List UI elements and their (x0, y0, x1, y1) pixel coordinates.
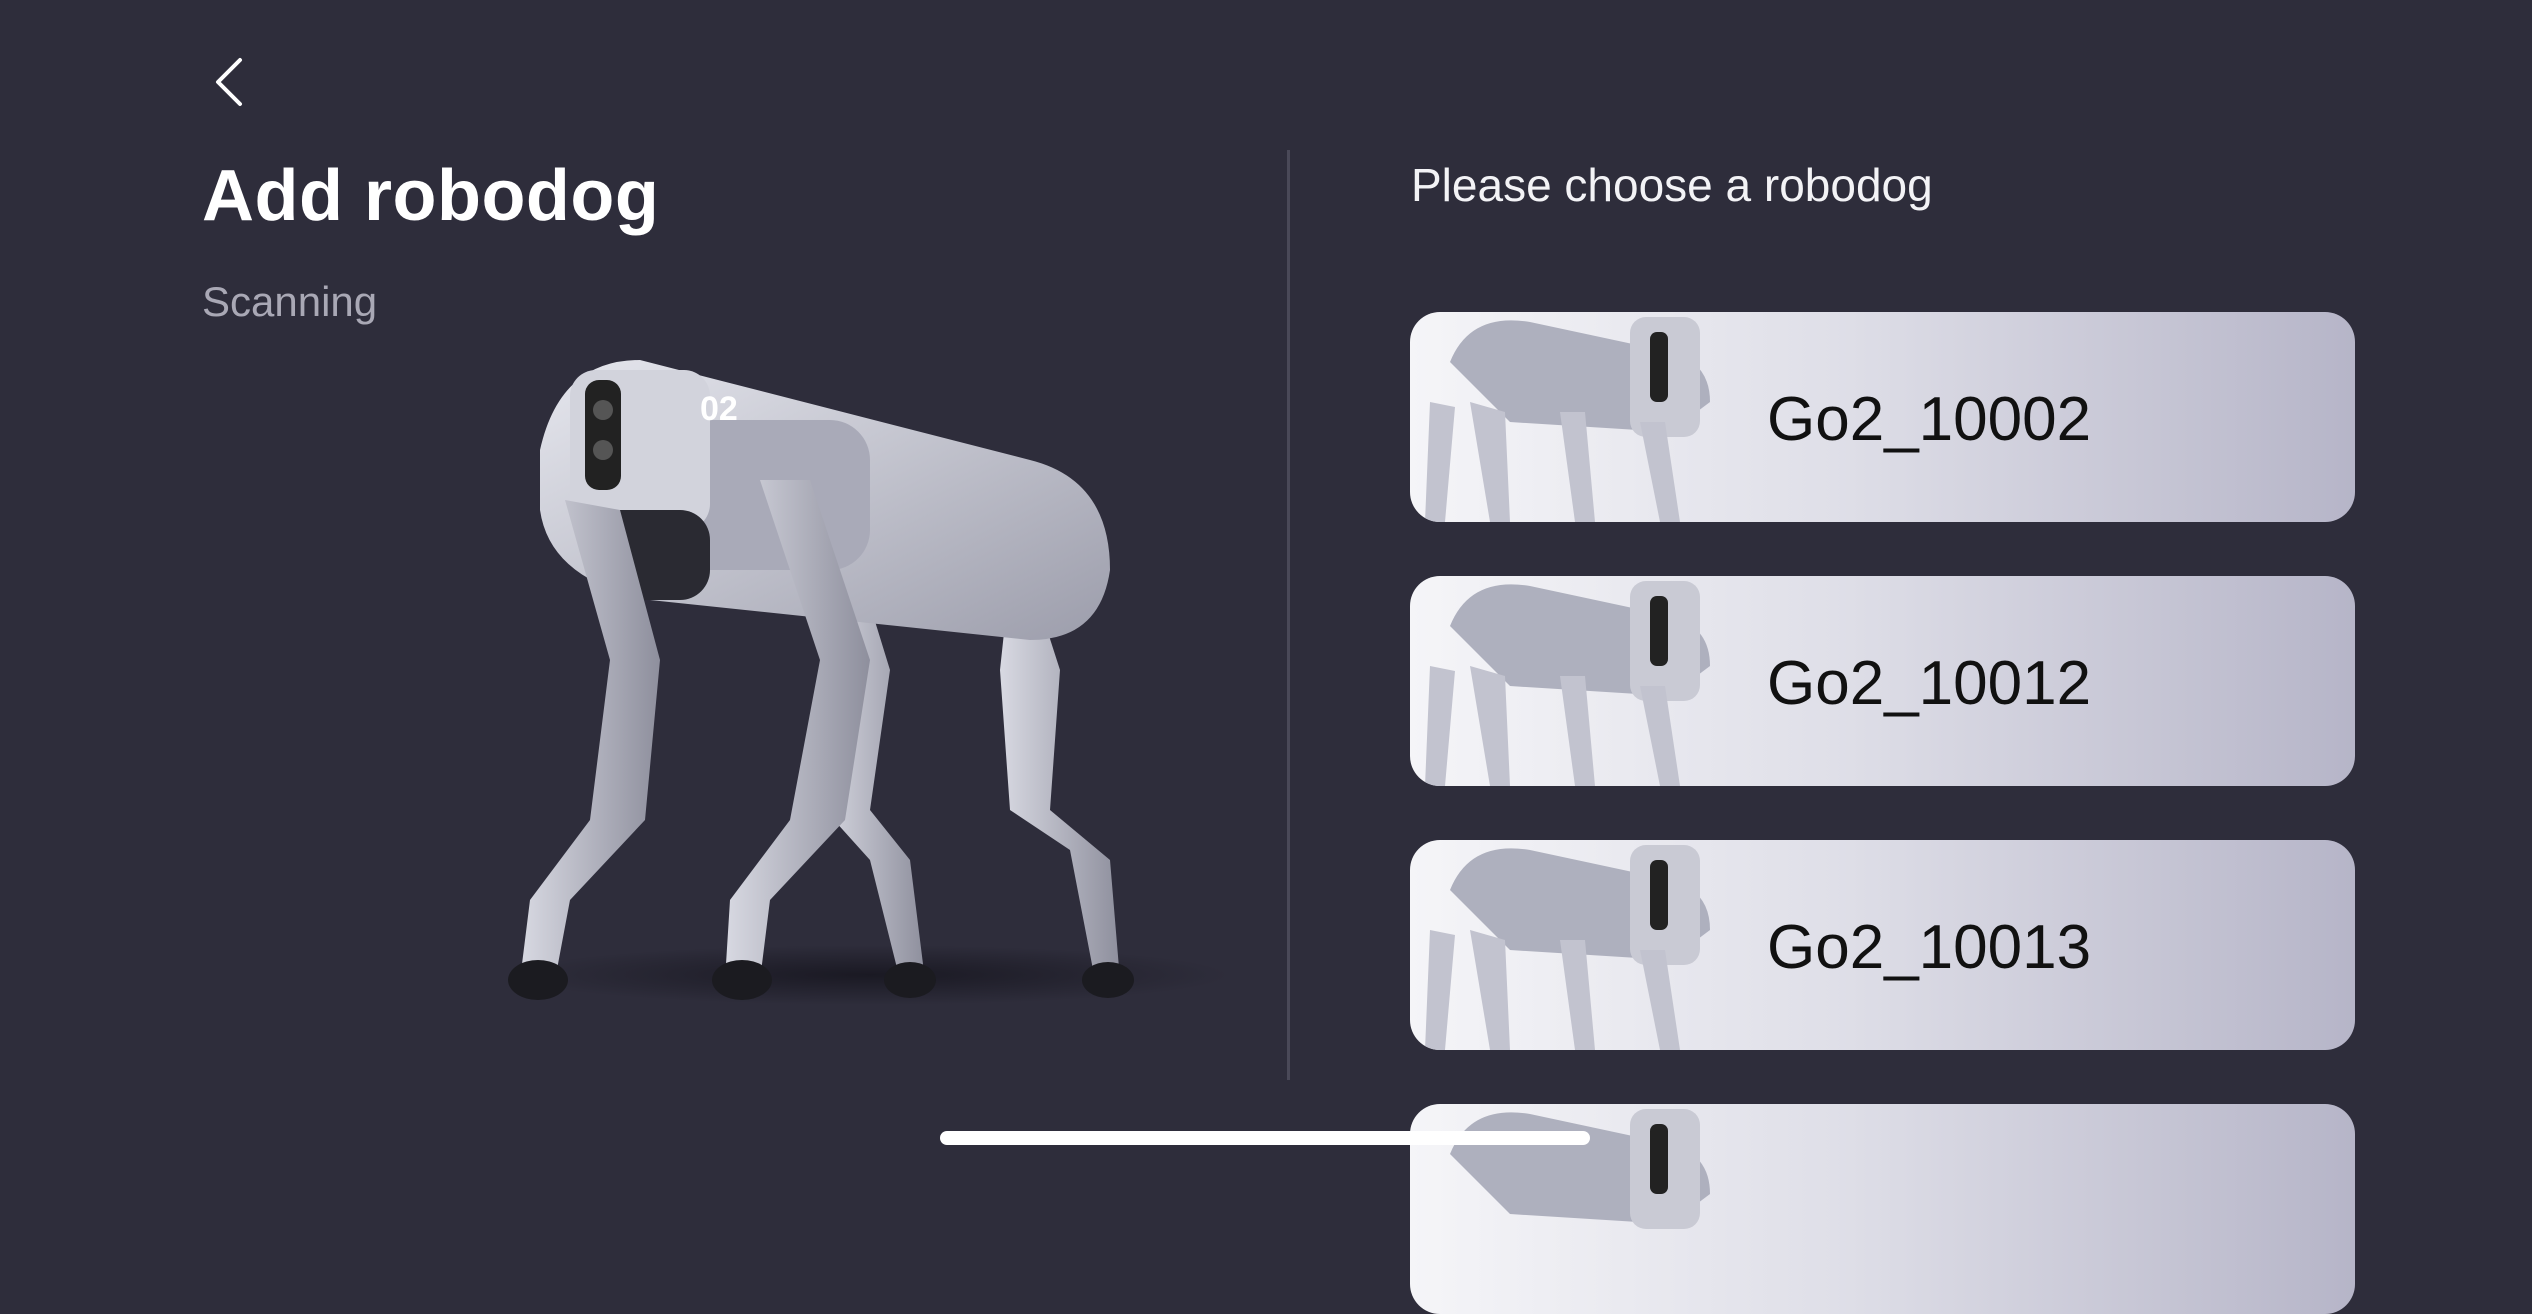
robodog-list-item[interactable]: Go2_10002 (1410, 312, 2355, 522)
scanning-status: Scanning (202, 278, 378, 325)
robodog-badge: 02 (700, 390, 738, 428)
robodog-thumbnail-image (1425, 581, 1710, 786)
vertical-divider (1287, 150, 1290, 1080)
robodog-thumbnail-image (1425, 845, 1710, 1050)
chevron-left-icon (216, 58, 242, 106)
robodog-list-item[interactable]: Go2_10012 (1410, 576, 2355, 786)
robodog-hero-image: 02 (508, 360, 1230, 1005)
robodog-thumbnail-image (1450, 1109, 1710, 1229)
robodog-list-item[interactable]: Go2_10013 (1410, 840, 2355, 1050)
robodog-name: Go2_10013 (1767, 913, 2092, 982)
home-indicator[interactable] (940, 1131, 1590, 1145)
back-button[interactable] (200, 52, 260, 112)
robodog-name: Go2_10002 (1767, 385, 2092, 454)
list-title: Please choose a robodog (1411, 159, 1933, 211)
robodog-name: Go2_10012 (1767, 649, 2092, 718)
page-title: Add robodog (202, 156, 660, 236)
robodog-thumbnail-image (1425, 317, 1710, 522)
